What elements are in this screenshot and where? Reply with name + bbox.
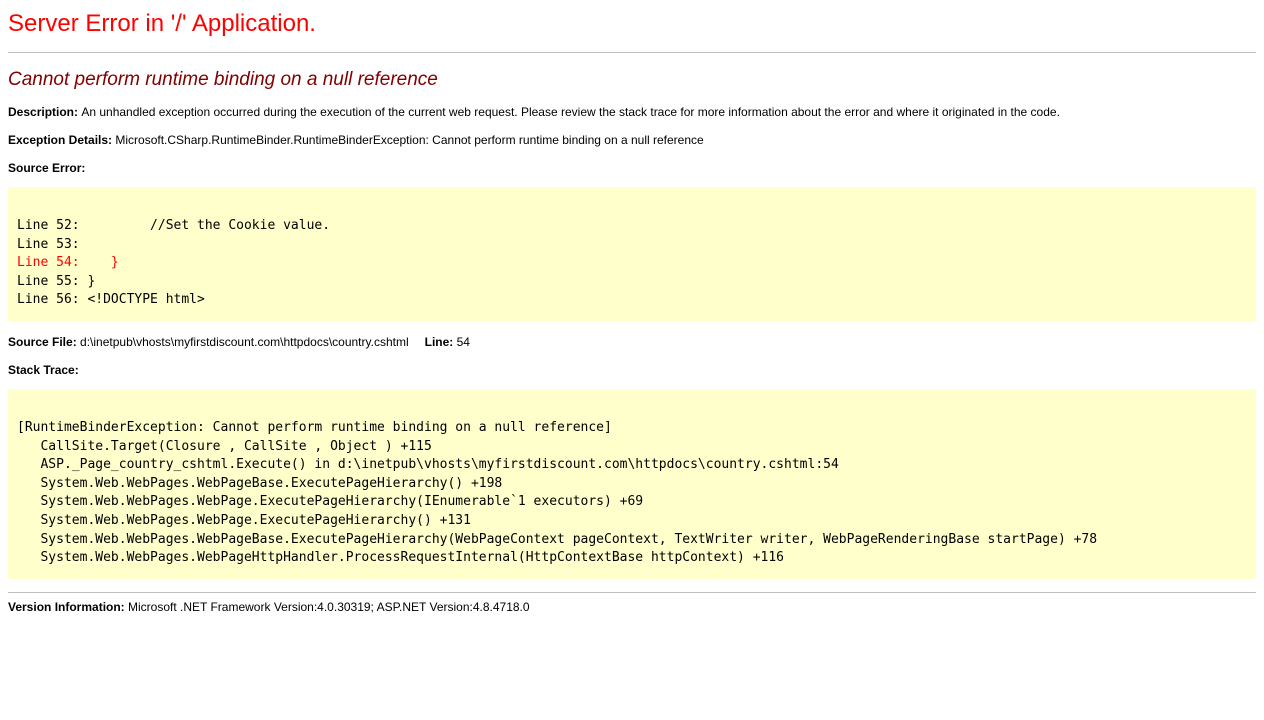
source-error-label: Source Error: [8,161,85,175]
source-file-path: d:\inetpub\vhosts\myfirstdiscount.com\ht… [80,335,409,349]
line-number-value: 54 [457,335,470,349]
source-code-lines-after: Line 55: } Line 56: <!DOCTYPE html> [17,273,1246,310]
stack-trace-box: [RuntimeBinderException: Cannot perform … [8,389,1256,579]
stack-trace-label: Stack Trace: [8,363,79,377]
version-divider [8,592,1256,593]
stack-trace-text: [RuntimeBinderException: Cannot perform … [17,419,1246,568]
source-file-row: Source File: d:\inetpub\vhosts\myfirstdi… [8,335,1256,349]
exception-details-text: Microsoft.CSharp.RuntimeBinder.RuntimeBi… [115,133,703,147]
description-label: Description: [8,105,81,119]
exception-details-label: Exception Details: [8,133,115,147]
source-error-box: Line 52: //Set the Cookie value. Line 53… [8,187,1256,321]
title-divider [8,52,1256,53]
exception-details-row: Exception Details: Microsoft.CSharp.Runt… [8,133,1256,147]
stack-trace-label-row: Stack Trace: [8,363,1256,377]
version-info-label: Version Information: [8,600,128,614]
source-code-error-line: Line 54: } [17,254,1246,273]
description-text: An unhandled exception occurred during t… [81,105,1060,119]
version-info-row: Version Information: Microsoft .NET Fram… [8,600,1256,614]
description-row: Description: An unhandled exception occu… [8,105,1256,119]
source-error-label-row: Source Error: [8,161,1256,175]
version-info-text: Microsoft .NET Framework Version:4.0.303… [128,600,530,614]
error-subtitle: Cannot perform runtime binding on a null… [8,69,1256,91]
line-number-label: Line: [425,335,457,349]
page-title: Server Error in '/' Application. [8,10,1256,38]
source-file-label: Source File: [8,335,80,349]
source-code-lines-before: Line 52: //Set the Cookie value. Line 53… [17,217,1246,254]
